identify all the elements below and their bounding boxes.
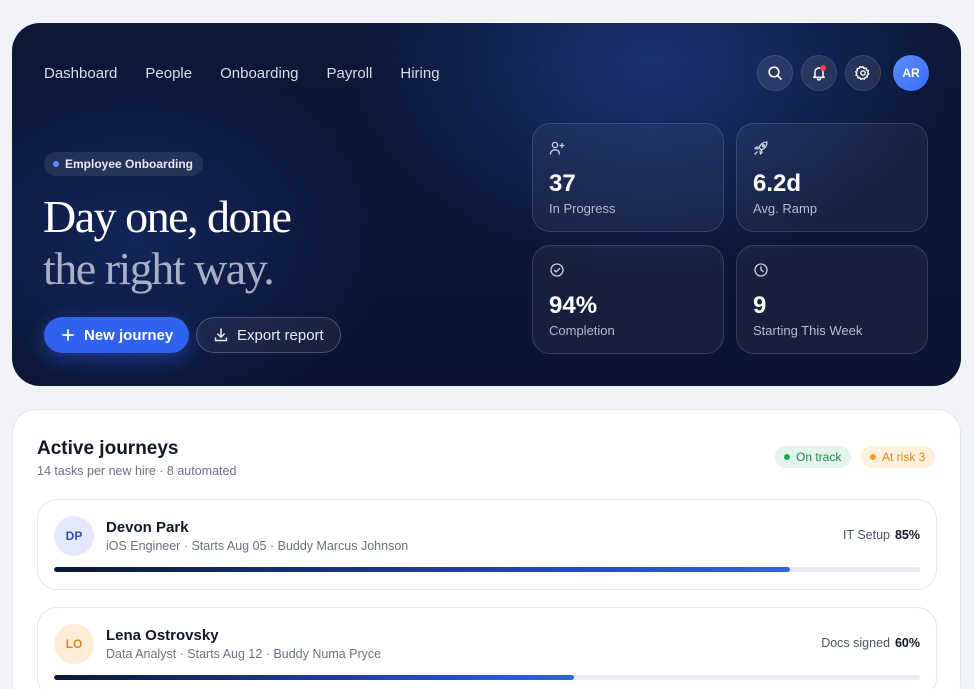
user-avatar[interactable]: AR (893, 55, 929, 91)
status-dot (784, 454, 790, 460)
journey-percent: 85% (894, 528, 920, 542)
rocket-icon (754, 141, 768, 155)
progress-track (54, 675, 920, 680)
stat-label: Starting This Week (753, 323, 863, 338)
stat-value: 37 (549, 170, 576, 197)
avatar: LO (54, 624, 94, 664)
headline-line-2: the right way. (43, 243, 275, 294)
hero-banner: Dashboard People Onboarding Payroll Hiri… (12, 23, 961, 386)
export-report-label: Export report (237, 326, 324, 344)
progress-fill (54, 567, 791, 572)
download-icon (214, 328, 228, 342)
hero-headline: Day one, done the right way. (43, 191, 292, 295)
card-title: Active journeys (37, 438, 179, 459)
header-actions: AR (757, 55, 929, 91)
settings-button[interactable] (845, 55, 881, 91)
notifications-button[interactable] (801, 55, 837, 91)
at-risk-label: At risk 3 (882, 450, 926, 464)
badge-label: Employee Onboarding (65, 157, 194, 171)
search-icon (768, 66, 782, 80)
progress-track (54, 567, 920, 572)
journey-stage: IT Setup (842, 528, 890, 542)
progress-fill (54, 675, 574, 680)
journey-row[interactable]: LO Lena Ostrovsky Data Analyst · Starts … (37, 607, 937, 689)
search-button[interactable] (757, 55, 793, 91)
check-circle-icon (550, 263, 564, 277)
journey-stage: Docs signed (821, 636, 890, 650)
status-dot (870, 454, 876, 460)
stat-card-avg-ramp: 6.2d Avg. Ramp (736, 123, 928, 232)
new-journey-button[interactable]: New journey (44, 317, 190, 353)
stat-value: 94% (549, 292, 598, 319)
on-track-label: On track (796, 450, 842, 464)
journey-name: Devon Park (106, 519, 189, 536)
journey-meta: iOS Engineer · Starts Aug 05 · Buddy Mar… (106, 539, 409, 553)
export-report-button[interactable]: Export report (196, 317, 341, 353)
badge-dot (53, 161, 59, 167)
new-journey-label: New journey (84, 326, 174, 344)
stat-label: In Progress (549, 201, 616, 216)
stat-value: 9 (753, 292, 767, 319)
notification-dot (820, 65, 826, 71)
journey-name: Lena Ostrovsky (106, 627, 219, 644)
section-badge: Employee Onboarding (44, 152, 204, 176)
clock-icon (754, 263, 768, 277)
on-track-filter[interactable]: On track (775, 446, 852, 468)
nav-item-hiring[interactable]: Hiring (400, 65, 439, 82)
journey-percent: 60% (894, 636, 920, 650)
stat-card-in-progress: 37 In Progress (532, 123, 724, 232)
card-subtitle: 14 tasks per new hire · 8 automated (37, 464, 237, 478)
user-plus-icon (549, 141, 565, 155)
nav-item-payroll[interactable]: Payroll (327, 65, 373, 82)
headline-line-1: Day one, done (43, 191, 292, 242)
active-journeys-card: Active journeys 14 tasks per new hire · … (12, 409, 961, 689)
plus-icon (62, 329, 74, 341)
gear-icon (855, 66, 870, 81)
stat-value: 6.2d (753, 170, 802, 197)
nav-item-people[interactable]: People (145, 65, 192, 82)
journey-meta: Data Analyst · Starts Aug 12 · Buddy Num… (106, 647, 382, 661)
journey-row[interactable]: DP Devon Park iOS Engineer · Starts Aug … (37, 499, 937, 590)
stat-label: Avg. Ramp (753, 201, 818, 216)
stat-label: Completion (549, 323, 615, 338)
nav-item-dashboard[interactable]: Dashboard (44, 65, 117, 82)
stat-card-completion: 94% Completion (532, 245, 724, 354)
nav-item-onboarding[interactable]: Onboarding (220, 65, 298, 82)
avatar: DP (54, 516, 94, 556)
top-nav: Dashboard People Onboarding Payroll Hiri… (44, 65, 440, 82)
at-risk-filter[interactable]: At risk 3 (861, 446, 936, 468)
stat-card-starting-this-week: 9 Starting This Week (736, 245, 928, 354)
